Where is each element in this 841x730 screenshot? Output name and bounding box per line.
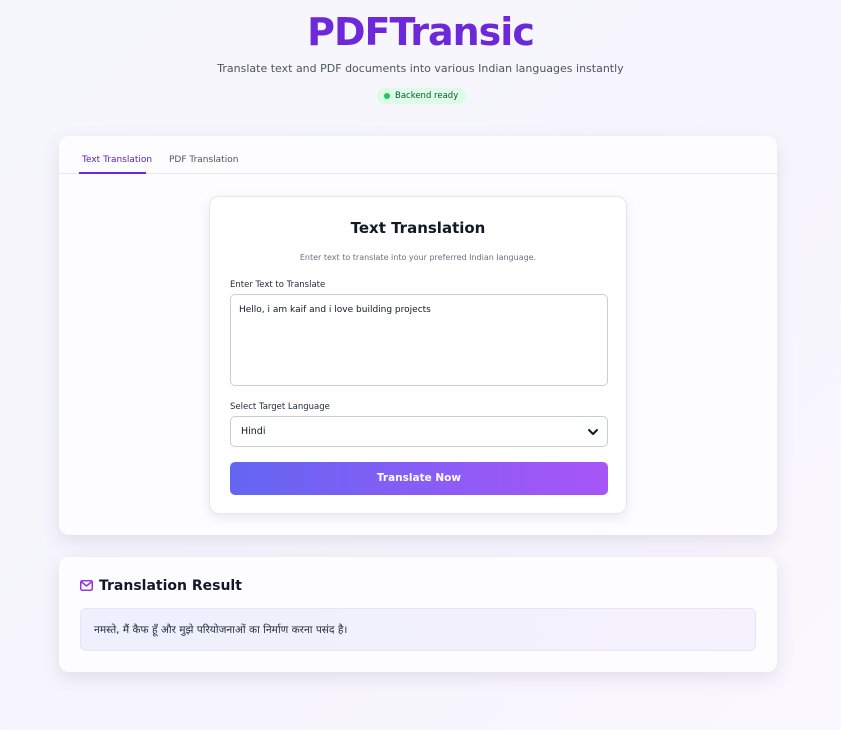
active-tab-indicator xyxy=(79,172,146,174)
language-select-label: Select Target Language xyxy=(230,402,330,412)
text-input[interactable]: Hello, i am kaif and i love building pro… xyxy=(230,294,608,386)
translate-now-button[interactable]: Translate Now xyxy=(230,462,608,495)
language-select-value: Hindi xyxy=(241,426,266,437)
translation-panel: Text Translation PDF Translation Text Tr… xyxy=(59,136,777,535)
result-title: Translation Result xyxy=(99,578,242,594)
app-subtitle: Translate text and PDF documents into va… xyxy=(217,62,624,75)
text-translation-card: Text Translation Enter text to translate… xyxy=(209,196,627,514)
translation-result-panel: Translation Result नमस्ते, मैं कैफ हूँ औ… xyxy=(59,557,777,672)
status-dot-icon xyxy=(384,93,390,99)
card-title: Text Translation xyxy=(350,219,486,237)
chevron-down-icon xyxy=(588,429,598,435)
card-description: Enter text to translate into your prefer… xyxy=(299,253,537,262)
result-text: नमस्ते, मैं कैफ हूँ और मुझे परियोजनाओं क… xyxy=(80,608,756,651)
text-input-label: Enter Text to Translate xyxy=(230,280,326,290)
app-title: PDFTransic xyxy=(307,10,535,54)
language-select[interactable]: Hindi xyxy=(230,416,608,447)
tab-pdf-translation[interactable]: PDF Translation xyxy=(169,155,238,165)
tab-text-translation[interactable]: Text Translation xyxy=(82,155,152,165)
envelope-icon xyxy=(80,580,93,591)
status-badge-label: Backend ready xyxy=(395,91,459,101)
status-badge: Backend ready xyxy=(377,88,467,104)
tab-bar: Text Translation PDF Translation xyxy=(59,136,777,174)
